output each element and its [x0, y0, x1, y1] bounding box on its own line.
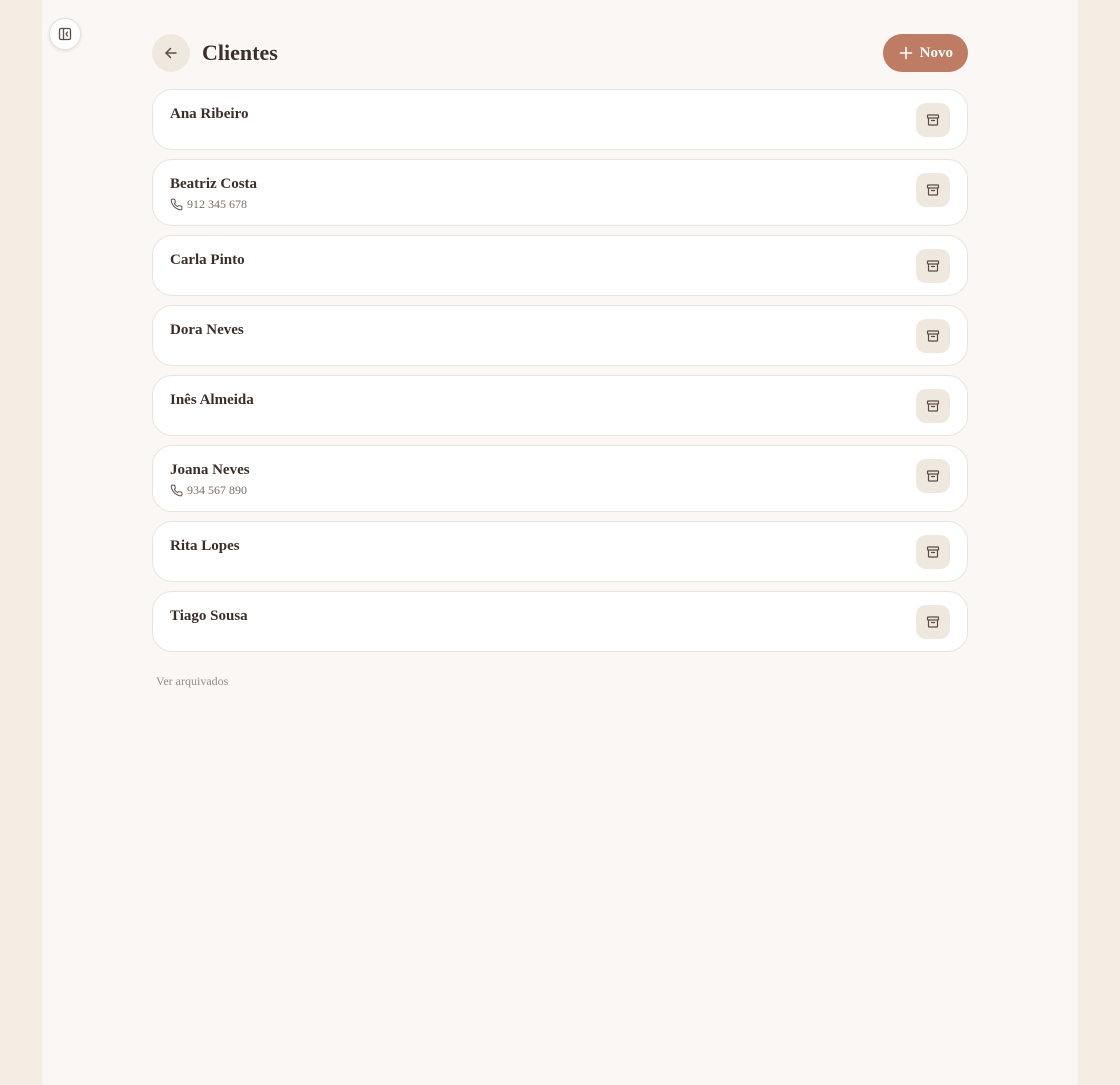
client-name: Inês Almeida	[170, 392, 254, 408]
client-phone-number: 912 345 678	[187, 197, 247, 211]
archive-button[interactable]	[916, 389, 950, 423]
plus-icon	[899, 46, 912, 60]
client-phone: 934 567 890	[170, 483, 950, 498]
header-left: Clientes	[152, 34, 278, 72]
client-phone: 912 345 678	[170, 197, 950, 212]
back-button[interactable]	[152, 34, 190, 72]
client-card[interactable]: Tiago Sousa	[152, 591, 968, 652]
archive-icon	[926, 184, 940, 196]
archive-icon	[926, 114, 940, 126]
sidebar-toggle-button[interactable]	[49, 18, 81, 50]
archive-button[interactable]	[916, 319, 950, 353]
new-button-label: Novo	[919, 44, 953, 61]
sidebar-collapse-icon	[58, 27, 72, 41]
new-client-button[interactable]: Novo	[882, 34, 968, 72]
client-list: Ana Ribeiro Beatriz Costa 912 345 678 Ca	[152, 89, 968, 661]
archive-icon	[926, 616, 940, 628]
main-content: Clientes Novo Ana Ribeiro Beatriz Costa	[152, 34, 968, 690]
client-name: Joana Neves	[170, 462, 250, 478]
view-archived-link[interactable]: Ver arquivados	[156, 674, 228, 689]
client-name: Tiago Sousa	[170, 608, 248, 624]
archive-button[interactable]	[916, 459, 950, 493]
arrow-left-icon	[165, 47, 177, 59]
client-name: Rita Lopes	[170, 538, 240, 554]
client-card[interactable]: Beatriz Costa 912 345 678	[152, 159, 968, 226]
client-name: Ana Ribeiro	[170, 106, 249, 122]
phone-icon	[170, 198, 183, 211]
client-card[interactable]: Joana Neves 934 567 890	[152, 445, 968, 512]
archive-button[interactable]	[916, 249, 950, 283]
client-card[interactable]: Ana Ribeiro	[152, 89, 968, 150]
page-header: Clientes Novo	[152, 34, 968, 72]
client-name: Carla Pinto	[170, 252, 245, 268]
archive-button[interactable]	[916, 535, 950, 569]
client-card[interactable]: Carla Pinto	[152, 235, 968, 296]
client-card[interactable]: Dora Neves	[152, 305, 968, 366]
archive-icon	[926, 330, 940, 342]
page-title: Clientes	[202, 40, 278, 65]
client-card[interactable]: Rita Lopes	[152, 521, 968, 582]
archive-icon	[926, 400, 940, 412]
client-name: Dora Neves	[170, 322, 244, 338]
client-name: Beatriz Costa	[170, 176, 258, 192]
client-card[interactable]: Inês Almeida	[152, 375, 968, 436]
archive-button[interactable]	[916, 173, 950, 207]
client-phone-number: 934 567 890	[187, 483, 247, 497]
archive-button[interactable]	[916, 605, 950, 639]
archive-icon	[926, 260, 940, 272]
archive-icon	[926, 470, 940, 482]
phone-icon	[170, 484, 183, 497]
archive-icon	[926, 546, 940, 558]
archive-button[interactable]	[916, 103, 950, 137]
